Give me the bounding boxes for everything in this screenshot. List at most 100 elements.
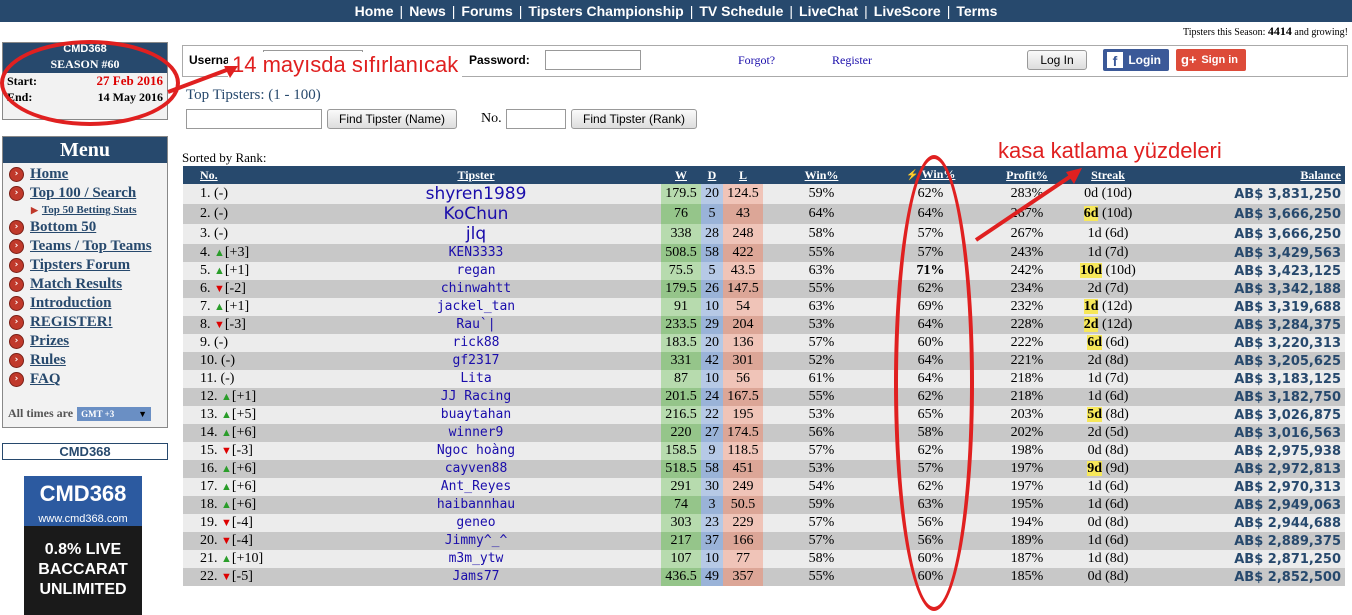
arrow-up-icon: ▲: [221, 553, 232, 565]
nav-livescore[interactable]: LiveScore: [868, 3, 947, 19]
tipster-link[interactable]: haibannhau: [437, 497, 515, 512]
rank-input[interactable]: [506, 109, 566, 129]
sponsor-banner[interactable]: CMD368: [2, 443, 168, 460]
nav-tipsters-championship[interactable]: Tipsters Championship: [522, 3, 689, 19]
streak-best: (6d): [1105, 389, 1129, 404]
menu-item-label[interactable]: Rules: [30, 351, 66, 370]
tipster-link[interactable]: Jams77: [453, 569, 500, 584]
menu-item-label[interactable]: Teams / Top Teams: [30, 237, 152, 256]
streak-best: (5d): [1105, 425, 1129, 440]
rank-number: 12.: [200, 389, 218, 404]
rank-cell: 11. (-): [183, 370, 291, 388]
menu-item-home[interactable]: › Home: [9, 165, 167, 184]
tipster-link[interactable]: Lita: [460, 371, 491, 386]
streak-cell: 2d (12d): [1073, 316, 1143, 334]
menu-item-top-50-betting-stats[interactable]: ▶ Top 50 Betting Stats: [9, 203, 167, 218]
tipster-link[interactable]: m3m_ytw: [449, 551, 504, 566]
menu-item-label[interactable]: Tipsters Forum: [30, 256, 130, 275]
balance-cell: AB$ 3,319,688: [1143, 298, 1345, 316]
header-col-d[interactable]: D: [701, 166, 723, 184]
tipster-link[interactable]: rick88: [453, 335, 500, 350]
tipster-link[interactable]: gf2317: [453, 353, 500, 368]
tipster-link[interactable]: jackel_tan: [437, 299, 515, 314]
tipster-link[interactable]: Ngoc hoàng: [437, 443, 515, 458]
streak-cell: 1d (8d): [1073, 550, 1143, 568]
forgot-link[interactable]: Forgot?: [738, 53, 775, 68]
menu-item-label[interactable]: FAQ: [30, 370, 61, 389]
menu-item-label[interactable]: Match Results: [30, 275, 122, 294]
menu-item-label[interactable]: Introduction: [30, 294, 111, 313]
header-col-tipster[interactable]: Tipster: [291, 166, 661, 184]
profit-percent-cell: 218%: [981, 370, 1073, 388]
nav-home[interactable]: Home: [349, 3, 400, 19]
streak-cell: 2d (5d): [1073, 424, 1143, 442]
tipster-link[interactable]: shyren1989: [426, 184, 527, 204]
arrow-up-icon: ▲: [214, 265, 225, 277]
header-col-balance[interactable]: Balance: [1143, 166, 1345, 184]
password-input[interactable]: [545, 50, 641, 70]
tipster-link[interactable]: Ant_Reyes: [441, 479, 511, 494]
facebook-login-button[interactable]: f Login: [1103, 49, 1169, 71]
header-col-w[interactable]: W: [661, 166, 701, 184]
login-button[interactable]: Log In: [1027, 50, 1087, 70]
tipster-link[interactable]: KoChun: [444, 204, 509, 224]
streak-best: (6d): [1105, 226, 1129, 241]
rank-number: 1.: [200, 186, 211, 201]
wins-cell: 74: [661, 496, 701, 514]
tipster-link[interactable]: Rau`|: [456, 317, 495, 332]
tipster-link[interactable]: KEN3333: [449, 245, 504, 260]
tipster-link[interactable]: cayven88: [445, 461, 508, 476]
sponsor-ad[interactable]: CMD368 www.cmd368.com 0.8% LIVE BACCARAT…: [24, 476, 142, 615]
nav-terms[interactable]: Terms: [950, 3, 1003, 19]
menu-item-label[interactable]: Bottom 50: [30, 218, 96, 237]
tipster-link[interactable]: JJ Racing: [441, 389, 511, 404]
header-col-no[interactable]: No.: [183, 166, 291, 184]
win-percent-cell: 53%: [763, 460, 880, 478]
nav-news[interactable]: News: [403, 3, 452, 19]
tipster-cell: KEN3333: [291, 244, 661, 262]
header-col-l[interactable]: L: [723, 166, 763, 184]
nav-livechat[interactable]: LiveChat: [793, 3, 864, 19]
losses-cell: 422: [723, 244, 763, 262]
menu-item-label[interactable]: REGISTER!: [30, 313, 113, 332]
menu-item-prizes[interactable]: › Prizes: [9, 332, 167, 351]
rank-number: 13.: [200, 407, 218, 422]
timezone-select[interactable]: GMT +3 ▼: [77, 406, 152, 421]
google-plus-signin-button[interactable]: g+ Sign in: [1176, 49, 1246, 71]
tipster-link[interactable]: Jimmy^_^: [445, 533, 508, 548]
menu-item-tipsters-forum[interactable]: › Tipsters Forum: [9, 256, 167, 275]
register-link[interactable]: Register: [832, 53, 872, 68]
balance-cell: AB$ 3,429,563: [1143, 244, 1345, 262]
menu-item-bottom-50[interactable]: › Bottom 50: [9, 218, 167, 237]
menu-item-register[interactable]: › REGISTER!: [9, 313, 167, 332]
menu-item-introduction[interactable]: › Introduction: [9, 294, 167, 313]
menu-item-match-results[interactable]: › Match Results: [9, 275, 167, 294]
menu-item-label[interactable]: Prizes: [30, 332, 69, 351]
nav-forums[interactable]: Forums: [455, 3, 518, 19]
ad-logo: CMD368: [24, 476, 142, 512]
menu-item-faq[interactable]: › FAQ: [9, 370, 167, 389]
tipster-link[interactable]: geneo: [456, 515, 495, 530]
profit-percent-cell: 232%: [981, 298, 1073, 316]
tipster-link[interactable]: jlq: [466, 224, 486, 244]
find-tipster-name-button[interactable]: Find Tipster (Name): [327, 109, 457, 129]
losses-cell: 301: [723, 352, 763, 370]
tipster-name-input[interactable]: [186, 109, 322, 129]
menu-item-teams-top-teams[interactable]: › Teams / Top Teams: [9, 237, 167, 256]
win-percent-cell: 58%: [763, 550, 880, 568]
menu-item-rules[interactable]: › Rules: [9, 351, 167, 370]
tipster-link[interactable]: winner9: [449, 425, 504, 440]
rank-cell: 7. ▲[+1]: [183, 298, 291, 316]
tipster-link[interactable]: buaytahan: [441, 407, 511, 422]
losses-cell: 118.5: [723, 442, 763, 460]
menu-item-label[interactable]: Home: [30, 165, 68, 184]
tipster-link[interactable]: chinwahtt: [441, 281, 511, 296]
table-row: 17. ▲[+6] Ant_Reyes 291 30 249 54% 62% 197% 1d (…: [183, 478, 1345, 496]
header-col-win[interactable]: Win%: [763, 166, 880, 184]
table-row: 16. ▲[+6] cayven88 518.5 58 451 53% 57% 197% 9d …: [183, 460, 1345, 478]
tipsters-table: No. Tipster W D L Win% ⚡ Win% Profit% Streak Balan…: [183, 166, 1345, 586]
tipster-link[interactable]: regan: [456, 263, 495, 278]
losses-cell: 167.5: [723, 388, 763, 406]
nav-tv-schedule[interactable]: TV Schedule: [693, 3, 789, 19]
find-tipster-rank-button[interactable]: Find Tipster (Rank): [571, 109, 697, 129]
